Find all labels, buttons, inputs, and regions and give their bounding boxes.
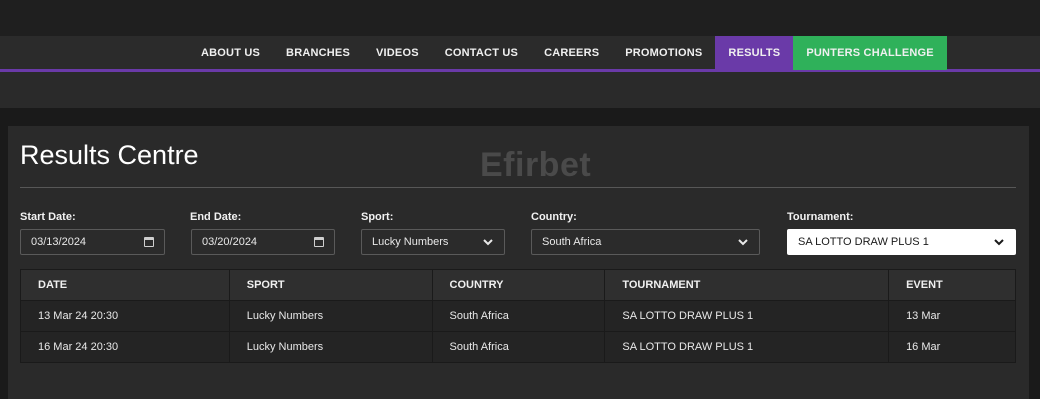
top-bar: [0, 0, 1040, 36]
calendar-icon[interactable]: [144, 237, 154, 247]
nav-item-results[interactable]: RESULTS: [715, 36, 794, 70]
start-date-label: Start Date:: [20, 211, 76, 223]
table-row: 13 Mar 24 20:30 Lucky Numbers South Afri…: [20, 300, 1016, 332]
results-table: DATE SPORT COUNTRY TOURNAMENT EVENT 13 M…: [20, 269, 1016, 363]
cell-country: South Africa: [431, 331, 606, 363]
nav-item-punters-challenge[interactable]: PUNTERS CHALLENGE: [793, 36, 947, 70]
sport-label: Sport:: [361, 211, 394, 223]
end-date-input[interactable]: 03/20/2024: [191, 229, 335, 255]
nav-item-contact-us[interactable]: CONTACT US: [432, 36, 531, 70]
end-date-value: 03/20/2024: [202, 236, 258, 248]
divider: [20, 187, 1016, 188]
country-label: Country:: [531, 211, 577, 223]
main-navbar: ABOUT US BRANCHES VIDEOS CONTACT US CARE…: [0, 36, 1040, 72]
nav-item-about-us[interactable]: ABOUT US: [188, 36, 273, 70]
tournament-select-value: SA LOTTO DRAW PLUS 1: [798, 236, 929, 248]
column-header-sport: SPORT: [228, 269, 433, 301]
nav-item-careers[interactable]: CAREERS: [531, 36, 612, 70]
results-panel: Results Centre Efirbet Start Date: 03/13…: [8, 126, 1029, 399]
column-header-tournament: TOURNAMENT: [604, 269, 890, 301]
chevron-down-icon: [738, 239, 748, 246]
sport-select-value: Lucky Numbers: [372, 236, 449, 248]
nav-item-promotions[interactable]: PROMOTIONS: [612, 36, 715, 70]
start-date-input[interactable]: 03/13/2024: [20, 229, 165, 255]
nav-item-videos[interactable]: VIDEOS: [363, 36, 432, 70]
table-header-row: DATE SPORT COUNTRY TOURNAMENT EVENT: [20, 269, 1016, 301]
sport-select[interactable]: Lucky Numbers: [361, 229, 505, 255]
column-header-event: EVENT: [888, 269, 1016, 301]
nav-item-branches[interactable]: BRANCHES: [273, 36, 363, 70]
watermark-logo: Efirbet: [480, 146, 592, 184]
cell-tournament: SA LOTTO DRAW PLUS 1: [604, 300, 890, 332]
tournament-label: Tournament:: [787, 211, 854, 223]
column-header-country: COUNTRY: [431, 269, 606, 301]
tournament-select[interactable]: SA LOTTO DRAW PLUS 1: [787, 229, 1016, 255]
column-header-date: DATE: [20, 269, 230, 301]
end-date-label: End Date:: [190, 211, 242, 223]
cell-date: 13 Mar 24 20:30: [20, 300, 230, 332]
cell-date: 16 Mar 24 20:30: [20, 331, 230, 363]
cell-tournament: SA LOTTO DRAW PLUS 1: [604, 331, 890, 363]
cell-sport: Lucky Numbers: [228, 331, 433, 363]
calendar-icon[interactable]: [314, 237, 324, 247]
cell-sport: Lucky Numbers: [228, 300, 433, 332]
sub-bar: [0, 72, 1040, 108]
event-link[interactable]: 13 Mar: [888, 300, 1016, 332]
table-row: 16 Mar 24 20:30 Lucky Numbers South Afri…: [20, 331, 1016, 363]
cell-country: South Africa: [431, 300, 606, 332]
country-select[interactable]: South Africa: [531, 229, 760, 255]
chevron-down-icon: [994, 239, 1004, 246]
event-link[interactable]: 16 Mar: [888, 331, 1016, 363]
page-title: Results Centre: [20, 140, 199, 170]
start-date-value: 03/13/2024: [31, 236, 87, 248]
chevron-down-icon: [483, 239, 493, 246]
country-select-value: South Africa: [542, 236, 602, 248]
nav-menu: ABOUT US BRANCHES VIDEOS CONTACT US CARE…: [188, 36, 947, 70]
